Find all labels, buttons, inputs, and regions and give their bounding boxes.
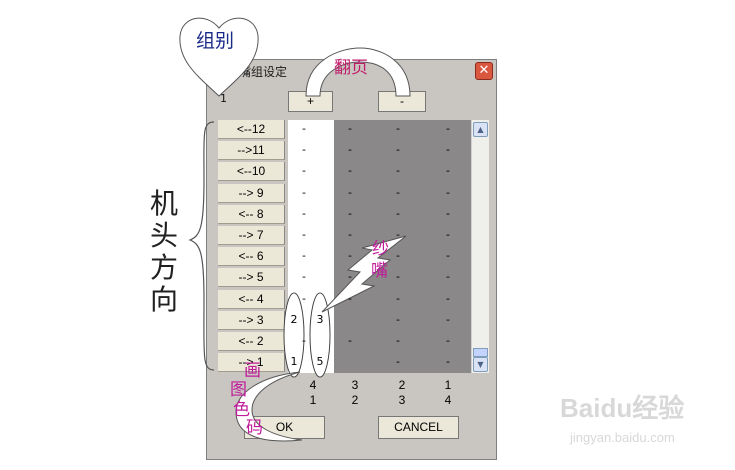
grid-cell[interactable]: - (294, 292, 314, 305)
grid-cell[interactable]: - (438, 186, 458, 199)
grid-cell[interactable]: - (340, 122, 360, 135)
grid-cell[interactable]: - (438, 207, 458, 220)
grid-cell[interactable]: - (388, 334, 408, 347)
grid-cell[interactable]: - (438, 122, 458, 135)
grid-cell[interactable]: - (388, 249, 408, 262)
grid-cell[interactable]: - (340, 270, 360, 283)
grid-cell[interactable]: - (388, 228, 408, 241)
grid-cell[interactable]: - (438, 334, 458, 347)
head-direction-char: 向 (150, 283, 179, 316)
grid-cell[interactable]: - (388, 143, 408, 156)
grid-cell[interactable]: - (340, 228, 360, 241)
grid-cell[interactable]: 1 (284, 355, 304, 368)
group-annotation: 组别 (196, 30, 235, 52)
head-direction-brace (188, 121, 215, 371)
grid-cell[interactable]: - (340, 249, 360, 262)
grid-cell[interactable]: - (438, 355, 458, 368)
grid-cell[interactable]: - (340, 164, 360, 177)
grid-cell[interactable]: - (438, 249, 458, 262)
grid-cell[interactable]: - (294, 143, 314, 156)
paint-color-code-char: 码 (246, 418, 263, 438)
grid-cell[interactable]: - (294, 270, 314, 283)
grid-cell[interactable]: - (294, 249, 314, 262)
baidu-watermark: Baidu经验 (560, 393, 685, 423)
grid-cell[interactable]: - (340, 143, 360, 156)
grid-cell[interactable]: - (294, 207, 314, 220)
grid-cell[interactable]: - (388, 313, 408, 326)
grid-cell[interactable]: - (294, 122, 314, 135)
grid-cell[interactable]: - (294, 186, 314, 199)
grid-cell[interactable]: - (438, 292, 458, 305)
grid-cell[interactable]: - (340, 207, 360, 220)
grid-cell[interactable]: - (294, 164, 314, 177)
grid-cell[interactable]: 2 (284, 313, 304, 326)
grid-cell[interactable]: - (438, 143, 458, 156)
grid-cell[interactable]: - (340, 292, 360, 305)
grid-cell[interactable]: - (438, 228, 458, 241)
yarn-nozzle-char: 嘴 (371, 261, 388, 281)
grid-cell[interactable]: - (388, 164, 408, 177)
grid-cell[interactable]: - (340, 334, 360, 347)
grid-cell[interactable]: - (388, 186, 408, 199)
grid-cell[interactable]: - (388, 207, 408, 220)
grid-cell[interactable]: - (388, 292, 408, 305)
grid-cell[interactable]: - (294, 228, 314, 241)
baidu-watermark-url: jingyan.baidu.com (570, 430, 675, 445)
grid-cell[interactable]: - (388, 355, 408, 368)
grid-cell[interactable]: - (438, 164, 458, 177)
grid-cell[interactable]: - (388, 270, 408, 283)
grid-cell[interactable]: - (388, 122, 408, 135)
grid-cell[interactable]: - (438, 270, 458, 283)
grid-cell[interactable]: 3 (310, 313, 330, 326)
flip-page-annotation: 翻页 (334, 58, 368, 78)
grid-cell[interactable]: - (294, 334, 314, 347)
grid-cell[interactable]: - (438, 313, 458, 326)
grid-cell[interactable]: - (340, 186, 360, 199)
grid-cell[interactable]: 5 (310, 355, 330, 368)
